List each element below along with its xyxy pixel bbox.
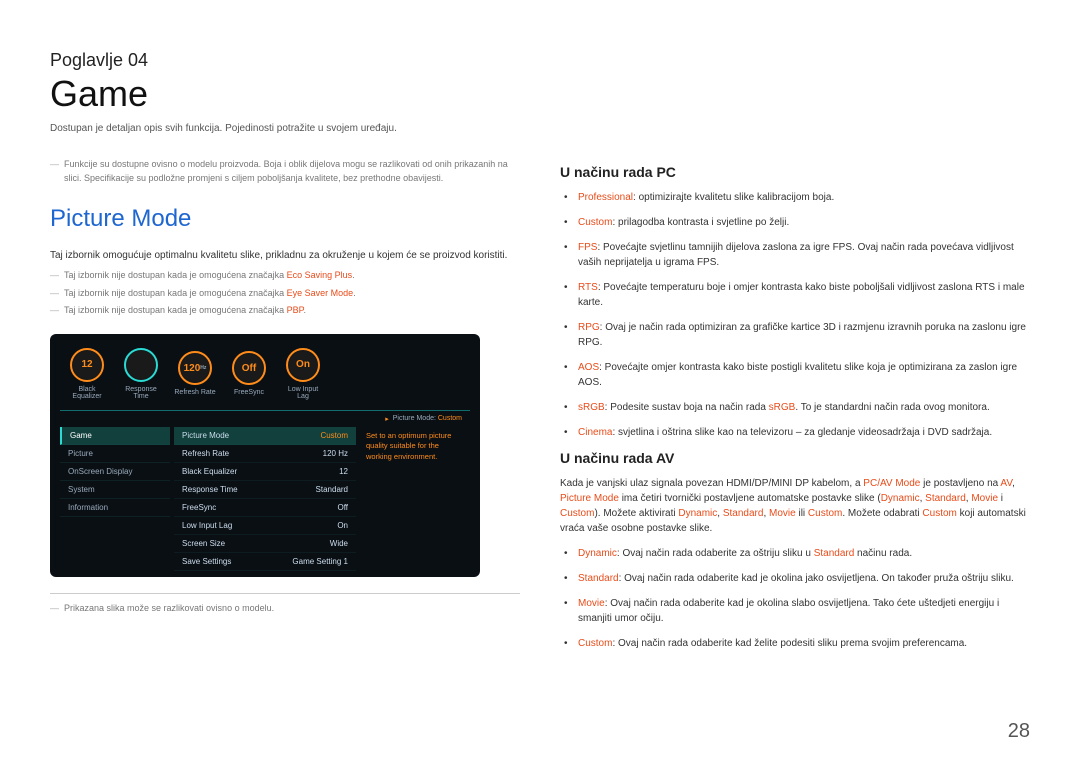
- note-line: Taj izbornik nije dostupan kada je omogu…: [50, 269, 520, 283]
- note-line: Taj izbornik nije dostupan kada je omogu…: [50, 304, 520, 318]
- list-item: Custom: prilagodba kontrasta i svjetline…: [578, 215, 1030, 230]
- osd-menu-item: OnScreen Display: [60, 463, 170, 481]
- osd-dial: OffFreeSync: [228, 351, 270, 396]
- osd-screenshot: 12Black Equalizer Response Time 120HzRefre…: [50, 334, 480, 577]
- list-item: FPS: Povećajte svjetlinu tamnijih dijelo…: [578, 240, 1030, 270]
- osd-setting-row: Low Input LagOn: [174, 517, 356, 535]
- osd-menu-item: Information: [60, 499, 170, 517]
- list-item: Professional: optimizirajte kvalitetu sl…: [578, 190, 1030, 205]
- right-column: U načinu rada PC Professional: optimizir…: [560, 158, 1030, 661]
- list-item: RTS: Povećajte temperaturu boje i omjer …: [578, 280, 1030, 310]
- list-item: Movie: Ovaj način rada odaberite kad je …: [578, 596, 1030, 626]
- list-item: Dynamic: Ovaj način rada odaberite za oš…: [578, 546, 1030, 561]
- list-item: AOS: Povećajte omjer kontrasta kako bist…: [578, 360, 1030, 390]
- av-mode-list: Dynamic: Ovaj način rada odaberite za oš…: [560, 546, 1030, 651]
- chapter-subtitle: Dostupan je detaljan opis svih funkcija.…: [50, 123, 1030, 134]
- osd-setting-row: Response TimeStandard: [174, 481, 356, 499]
- osd-menu-item: Picture: [60, 445, 170, 463]
- osd-settings: Picture ModeCustomRefresh Rate120 HzBlac…: [174, 427, 356, 571]
- list-item: sRGB: Podesite sustav boja na način rada…: [578, 400, 1030, 415]
- osd-setting-row: Picture ModeCustom: [174, 427, 356, 445]
- av-mode-intro: Kada je vanjski ulaz signala povezan HDM…: [560, 476, 1030, 536]
- section-heading: Picture Mode: [50, 205, 520, 233]
- list-item: Custom: Ovaj način rada odaberite kad že…: [578, 636, 1030, 651]
- av-mode-heading: U načinu rada AV: [560, 450, 1030, 466]
- osd-status-val: Custom: [438, 415, 462, 423]
- chapter-header: Poglavlje 04 Game Dostupan je detaljan o…: [50, 50, 1030, 134]
- osd-dial: OnLow Input Lag: [282, 348, 324, 400]
- osd-setting-row: Refresh Rate120 Hz: [174, 445, 356, 463]
- osd-dial: 120HzRefresh Rate: [174, 351, 216, 396]
- osd-setting-row: Black Equalizer12: [174, 463, 356, 481]
- osd-setting-row: FreeSyncOff: [174, 499, 356, 517]
- pc-mode-heading: U načinu rada PC: [560, 164, 1030, 180]
- osd-status-key: Picture Mode:: [393, 415, 436, 423]
- osd-menu-item: System: [60, 481, 170, 499]
- list-item: RPG: Ovaj je način rada optimiziran za g…: [578, 320, 1030, 350]
- osd-setting-row: Screen SizeWide: [174, 535, 356, 553]
- osd-description: Set to an optimum picture quality suitab…: [360, 427, 470, 571]
- section-paragraph: Taj izbornik omogućuje optimalnu kvalite…: [50, 249, 520, 263]
- osd-dial: Response Time: [120, 348, 162, 400]
- page-number: 28: [1008, 720, 1030, 743]
- osd-status-bar: ▸ Picture Mode: Custom: [60, 411, 470, 427]
- osd-menu: GamePictureOnScreen DisplaySystemInforma…: [60, 427, 170, 571]
- chapter-title: Game: [50, 73, 1030, 115]
- list-item: Standard: Ovaj način rada odaberite kad …: [578, 571, 1030, 586]
- list-item: Cinema: svjetlina i oštrina slike kao na…: [578, 425, 1030, 440]
- osd-dial: 12Black Equalizer: [66, 348, 108, 400]
- separator: [50, 593, 520, 594]
- image-footnote: Prikazana slika može se razlikovati ovis…: [50, 602, 520, 616]
- left-column: Funkcije su dostupne ovisno o modelu pro…: [50, 158, 520, 661]
- model-disclaimer: Funkcije su dostupne ovisno o modelu pro…: [50, 158, 520, 185]
- chapter-label: Poglavlje 04: [50, 50, 1030, 71]
- note-line: Taj izbornik nije dostupan kada je omogu…: [50, 287, 520, 301]
- osd-setting-row: Save SettingsGame Setting 1: [174, 553, 356, 571]
- osd-menu-item: Game: [60, 427, 170, 445]
- pc-mode-list: Professional: optimizirajte kvalitetu sl…: [560, 190, 1030, 440]
